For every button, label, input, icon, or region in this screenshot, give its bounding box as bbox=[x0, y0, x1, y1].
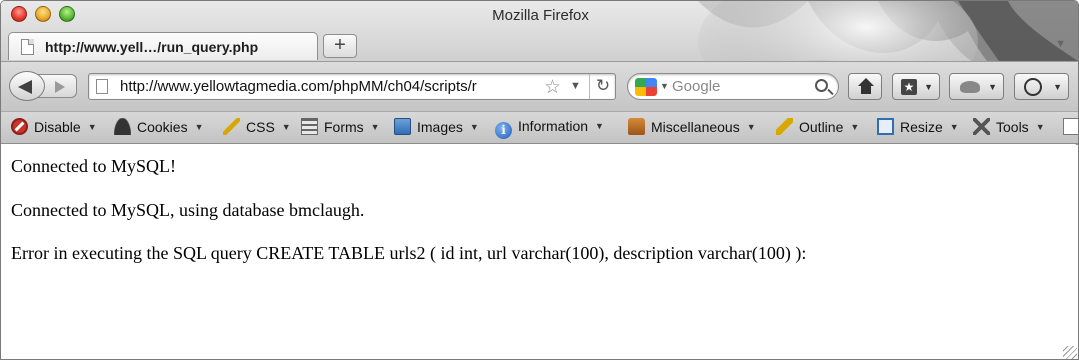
chevron-down-icon: ▼ bbox=[988, 82, 997, 92]
devbar-resize-menu[interactable]: Resize ▼ bbox=[877, 118, 959, 138]
css-icon bbox=[223, 118, 240, 135]
search-input[interactable]: Google bbox=[672, 78, 720, 95]
chevron-down-icon: ▼ bbox=[746, 122, 756, 132]
tab-list-icon[interactable]: ▼ bbox=[1055, 38, 1066, 50]
chevron-down-icon: ▼ bbox=[949, 122, 959, 132]
addon-button[interactable]: ▼ bbox=[949, 73, 1004, 100]
title-bar: Mozilla Firefox bbox=[1, 1, 1078, 31]
window-chrome: Mozilla Firefox http://www.yell…/run_que… bbox=[1, 1, 1078, 63]
disable-icon bbox=[11, 118, 28, 135]
chevron-down-icon: ▼ bbox=[924, 82, 933, 92]
resize-icon bbox=[877, 118, 894, 135]
search-bar[interactable]: ▼ Google bbox=[627, 73, 839, 100]
chevron-down-icon: ▼ bbox=[850, 122, 860, 132]
chevron-down-icon: ▼ bbox=[469, 122, 479, 132]
chevron-down-icon: ▼ bbox=[194, 122, 204, 132]
navigation-toolbar: http://www.yellowtagmedia.com/phpMM/ch04… bbox=[1, 61, 1078, 111]
devbar-information-menu[interactable]: i Information ▼ bbox=[495, 118, 604, 139]
page-icon bbox=[21, 39, 34, 55]
chevron-down-icon: ▼ bbox=[1053, 82, 1062, 92]
search-engine-icon[interactable] bbox=[635, 78, 657, 96]
devbar-item-label: Forms bbox=[324, 119, 364, 135]
address-bar[interactable]: http://www.yellowtagmedia.com/phpMM/ch04… bbox=[88, 73, 616, 100]
addon-icon bbox=[960, 81, 980, 93]
devbar-css-menu[interactable]: CSS ▼ bbox=[223, 118, 291, 138]
addon-button[interactable]: ▼ bbox=[1014, 73, 1069, 100]
devbar-images-menu[interactable]: Images ▼ bbox=[394, 118, 479, 138]
devbar-item-label: Resize bbox=[900, 119, 943, 135]
window-resize-handle[interactable] bbox=[1063, 346, 1077, 359]
devbar-disable-menu[interactable]: Disable ▼ bbox=[11, 118, 97, 138]
devbar-item-label: CSS bbox=[246, 119, 275, 135]
error-message: Error in executing the SQL query CREATE … bbox=[11, 243, 807, 263]
miscellaneous-icon bbox=[628, 118, 645, 135]
devbar-cookies-menu[interactable]: Cookies ▼ bbox=[114, 118, 204, 138]
bookmark-star-icon[interactable]: ☆ bbox=[544, 76, 561, 99]
tab-active[interactable]: http://www.yell…/run_query.php bbox=[8, 32, 318, 60]
cookies-icon bbox=[114, 118, 131, 135]
status-message: Connected to MySQL! bbox=[11, 156, 176, 176]
devbar-item-label: Disable bbox=[34, 119, 81, 135]
browser-window: Mozilla Firefox http://www.yell…/run_que… bbox=[0, 0, 1079, 360]
devbar-item-label: Tools bbox=[996, 119, 1029, 135]
chevron-down-icon: ▼ bbox=[281, 122, 291, 132]
devbar-view-source[interactable] bbox=[1063, 118, 1078, 138]
images-icon bbox=[394, 118, 411, 135]
tab-title: http://www.yell…/run_query.php bbox=[45, 39, 259, 55]
url-text[interactable]: http://www.yellowtagmedia.com/phpMM/ch04… bbox=[120, 78, 540, 95]
devbar-item-label: Miscellaneous bbox=[651, 119, 740, 135]
chevron-down-icon: ▼ bbox=[87, 122, 97, 132]
search-icon[interactable] bbox=[815, 79, 828, 92]
chevron-down-icon: ▼ bbox=[1035, 122, 1045, 132]
outline-icon bbox=[776, 118, 793, 135]
devbar-item-label: Information bbox=[518, 118, 589, 134]
url-history-dropdown-icon[interactable]: ▼ bbox=[570, 80, 581, 92]
bookmarks-button[interactable]: ★ ▼ bbox=[892, 73, 940, 100]
page-content: Connected to MySQL! Connected to MySQL, … bbox=[1, 145, 1078, 359]
devbar-tools-menu[interactable]: Tools ▼ bbox=[973, 118, 1045, 138]
document-icon bbox=[1063, 118, 1078, 135]
reload-icon[interactable]: ↻ bbox=[589, 74, 616, 99]
devbar-miscellaneous-menu[interactable]: Miscellaneous ▼ bbox=[628, 118, 756, 138]
chevron-down-icon: ▼ bbox=[370, 122, 380, 132]
back-button[interactable] bbox=[9, 71, 45, 101]
devbar-item-label: Cookies bbox=[137, 119, 188, 135]
chevron-down-icon[interactable]: ▼ bbox=[660, 81, 669, 91]
devbar-outline-menu[interactable]: Outline ▼ bbox=[776, 118, 859, 138]
chevron-down-icon: ▼ bbox=[595, 121, 604, 131]
devbar-forms-menu[interactable]: Forms ▼ bbox=[301, 118, 380, 138]
back-forward-group bbox=[9, 71, 77, 101]
forms-icon bbox=[301, 118, 318, 135]
status-message: Connected to MySQL, using database bmcla… bbox=[11, 200, 365, 220]
page-icon bbox=[96, 79, 108, 94]
devbar-item-label: Outline bbox=[799, 119, 844, 135]
tools-icon bbox=[973, 118, 990, 135]
bookmarks-icon: ★ bbox=[901, 79, 917, 95]
web-developer-toolbar: Disable ▼ Cookies ▼ CSS ▼ Forms ▼ Images ▼ iI… bbox=[1, 111, 1078, 144]
information-icon: i bbox=[495, 122, 512, 139]
devbar-item-label: Images bbox=[417, 119, 463, 135]
home-button[interactable] bbox=[848, 73, 882, 100]
addon-face-icon bbox=[1024, 78, 1042, 96]
new-tab-button[interactable]: + bbox=[323, 34, 357, 58]
window-title: Mozilla Firefox bbox=[492, 7, 589, 24]
